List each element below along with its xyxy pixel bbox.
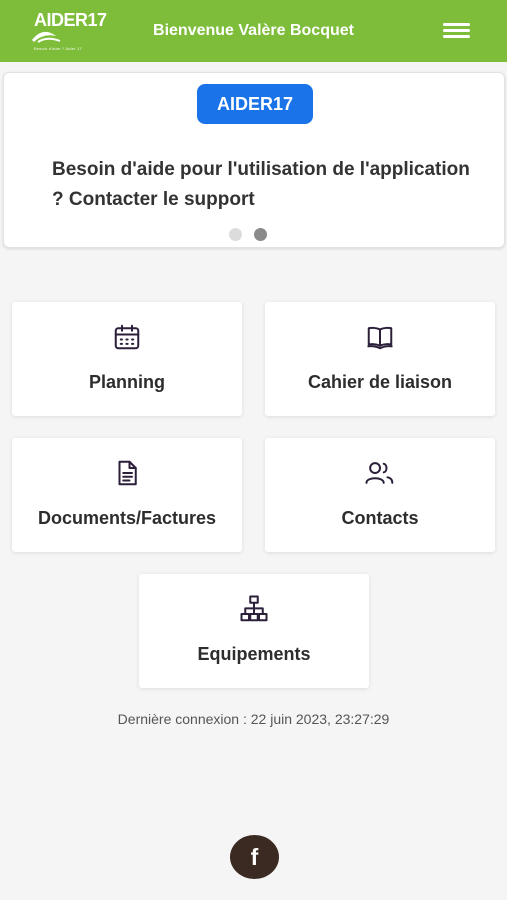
book-icon [265, 322, 495, 352]
app-header: AIDER17 Besoin d'aide ? Aider 17 Bienven… [0, 0, 507, 62]
facebook-glyph: f [250, 844, 259, 870]
carousel-badge: AIDER17 [197, 84, 313, 124]
document-icon [12, 458, 242, 488]
users-icon [265, 458, 495, 488]
tile-cahier-de-liaison[interactable]: Cahier de liaison [265, 302, 495, 416]
logo-tagline: Besoin d'aide ? Aider 17 [34, 46, 82, 51]
tile-documents-factures[interactable]: Documents/Factures [12, 438, 242, 552]
last-login-text: Dernière connexion : 22 juin 2023, 23:27… [117, 711, 390, 727]
facebook-icon[interactable]: f [230, 835, 279, 879]
carousel-text: Besoin d'aide pour l'utilisation de l'ap… [52, 159, 470, 210]
hamburger-icon[interactable] [438, 18, 474, 44]
tile-label: Cahier de liaison [307, 372, 453, 392]
tile-equipements[interactable]: Equipements [139, 574, 369, 688]
carousel-dot-2-active[interactable] [254, 228, 267, 241]
calendar-icon [12, 322, 242, 352]
tile-label: Equipements [197, 644, 311, 664]
tile-label: Contacts [341, 508, 419, 528]
tile-label: Documents/Factures [37, 508, 217, 528]
carousel-dot-1[interactable] [229, 228, 242, 241]
tile-contacts[interactable]: Contacts [265, 438, 495, 552]
welcome-title: Bienvenue Valère Bocquet [153, 22, 354, 39]
tile-label: Planning [89, 372, 165, 392]
sitemap-icon [139, 594, 369, 624]
tile-planning[interactable]: Planning [12, 302, 242, 416]
info-carousel[interactable]: AIDER17 Besoin d'aide pour l'utilisation… [3, 72, 505, 248]
